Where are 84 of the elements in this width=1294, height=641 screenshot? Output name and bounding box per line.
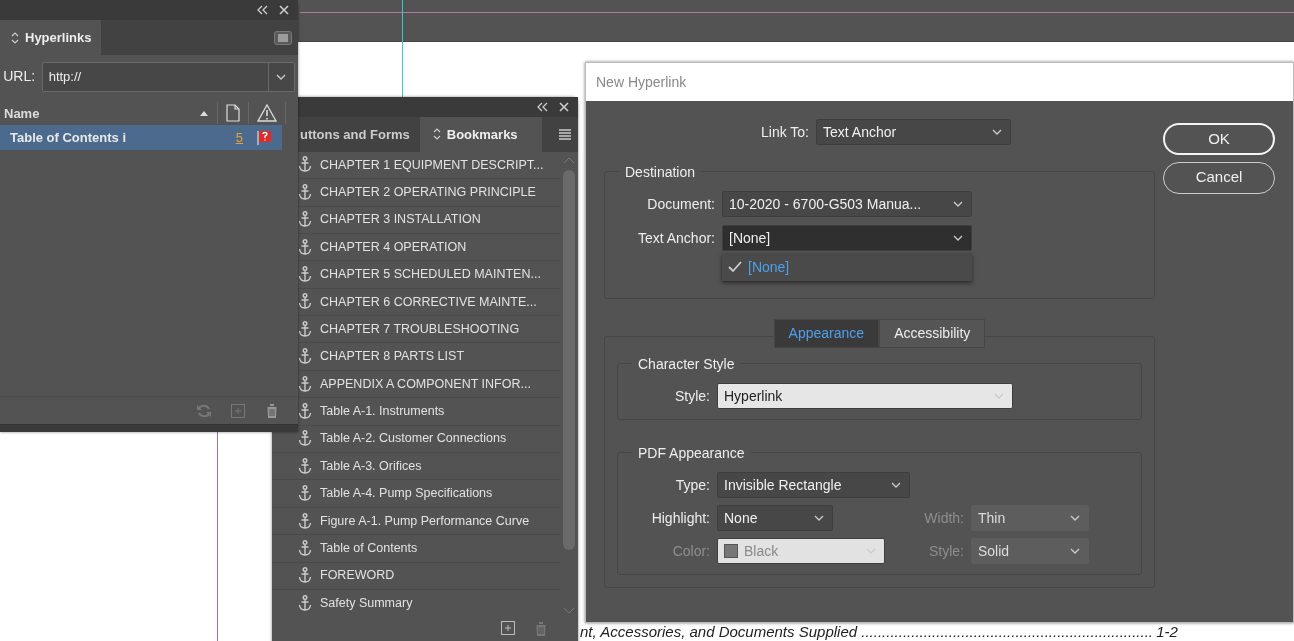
sort-icon [431, 127, 442, 142]
bookmark-item[interactable]: CHAPTER 6 CORRECTIVE MAINTE... [320, 292, 537, 312]
dialog-tab[interactable]: Accessibility [879, 319, 986, 348]
close-icon[interactable] [558, 100, 570, 113]
sort-icon [10, 30, 20, 45]
bookmark-item[interactable]: CHAPTER 7 TROUBLESHOOTING [320, 319, 520, 339]
bookmark-item[interactable]: CHAPTER 2 OPERATING PRINCIPLE [320, 182, 536, 202]
bookmark-item[interactable]: CHAPTER 5 SCHEDULED MAINTEN... [320, 265, 541, 284]
anchor-icon [298, 156, 312, 174]
menu-icon[interactable] [557, 128, 572, 141]
field-label: Style: [674, 386, 710, 406]
hyperlink-row[interactable]: Table of Contents i 5 [0, 125, 282, 151]
caret-icon[interactable] [953, 200, 963, 208]
page-number: 1-2 [1156, 623, 1178, 640]
dialog-tab[interactable]: Appearance [773, 319, 880, 348]
link-to-dropdown[interactable]: Text Anchor [816, 119, 1011, 145]
resize-grip[interactable] [0, 424, 298, 432]
bookmark-item[interactable]: CHAPTER 8 PARTS LIST [320, 347, 465, 367]
style-dropdown[interactable]: Hyperlink [717, 383, 1013, 409]
dialog-title: New Hyperlink [586, 63, 1293, 101]
anchor-icon [298, 238, 312, 256]
anchor-icon [298, 266, 312, 283]
anchor-icon [298, 402, 312, 420]
bookmark-item[interactable]: Table A-4. Pump Specifications [320, 484, 493, 503]
new-item-icon[interactable] [500, 621, 515, 636]
document-text: nt, Accessories, and Documents Supplied ...................................................................... [580, 623, 1153, 640]
caret-icon[interactable] [891, 481, 901, 489]
bookmark-item[interactable]: Table A-3. Orifices [320, 456, 422, 476]
anchor-icon [298, 211, 312, 229]
field-label: Style: [928, 541, 964, 561]
sort-arrow-icon[interactable] [199, 109, 209, 118]
anchor-icon [298, 485, 312, 503]
error-flag-icon [256, 129, 272, 146]
anchor-icon [298, 183, 312, 201]
anchor-icon [298, 320, 312, 338]
page-icon[interactable] [226, 104, 240, 123]
panel-tab[interactable]: Bookmarks [419, 116, 542, 152]
caret-icon[interactable] [276, 72, 287, 81]
collapse-icon[interactable] [536, 100, 548, 113]
caret-icon[interactable] [953, 234, 963, 242]
field-label: Text Anchor: [636, 228, 715, 248]
color-swatch-icon [724, 544, 738, 558]
anchor-icon [298, 348, 312, 366]
anchor-icon [298, 539, 312, 557]
url-field[interactable]: http:// [41, 61, 295, 92]
anchor-icon [298, 430, 312, 448]
dialog-button[interactable]: OK [1163, 123, 1275, 155]
bookmark-item[interactable]: Table A-2. Customer Connections [320, 429, 507, 449]
bookmark-item[interactable]: Figure A-1. Pump Performance Curve [320, 511, 530, 531]
bookmark-item[interactable]: Table A-1. Instruments [320, 402, 445, 421]
close-icon[interactable] [278, 4, 290, 16]
anchor-icon [298, 567, 312, 585]
url-label: URL: [3, 67, 36, 86]
bookmark-item[interactable]: CHAPTER 1 EQUIPMENT DESCRIPT... [320, 155, 544, 175]
bookmark-item[interactable]: CHAPTER 4 OPERATION [320, 237, 467, 257]
pdf-dropdown[interactable]: None [717, 505, 833, 531]
bookmark-item[interactable]: Table of Contents [320, 539, 418, 558]
bookmark-item[interactable]: APPENDIX A COMPONENT INFOR... [320, 374, 531, 394]
bookmark-item[interactable]: CHAPTER 3 INSTALLATION [320, 210, 481, 230]
caret-icon[interactable] [992, 128, 1002, 136]
column-header[interactable]: Name [4, 103, 199, 123]
bookmark-item[interactable]: FOREWORD [320, 566, 395, 586]
pdf-dropdown[interactable]: Invisible Rectangle [717, 472, 910, 498]
field-label: Highlight: [650, 508, 710, 528]
anchor-icon [298, 293, 312, 311]
field-label: Link To: [760, 122, 809, 142]
anchor-icon [298, 375, 312, 393]
field-label: Color: [671, 541, 710, 561]
menu-icon[interactable] [273, 30, 292, 45]
warning-icon[interactable] [257, 104, 277, 123]
anchor-icon [298, 457, 312, 475]
caret-icon[interactable] [814, 514, 824, 522]
field-label: Type: [674, 475, 710, 495]
panel-tab[interactable]: uttons and Forms [299, 116, 420, 152]
bookmark-item[interactable]: Safety Summary [320, 593, 413, 613]
collapse-icon[interactable] [256, 4, 268, 16]
dropdown-option[interactable]: [None] [722, 253, 972, 281]
dropdown-field[interactable]: [None] [722, 225, 972, 251]
field-label: Width: [923, 508, 964, 528]
panel-tab[interactable]: Hyperlinks [0, 20, 102, 55]
field-label: Document: [646, 194, 715, 214]
anchor-icon [298, 594, 312, 612]
anchor-icon [298, 512, 312, 530]
dropdown-field[interactable]: 10-2020 - 6700-G503 Manua... [722, 191, 972, 217]
